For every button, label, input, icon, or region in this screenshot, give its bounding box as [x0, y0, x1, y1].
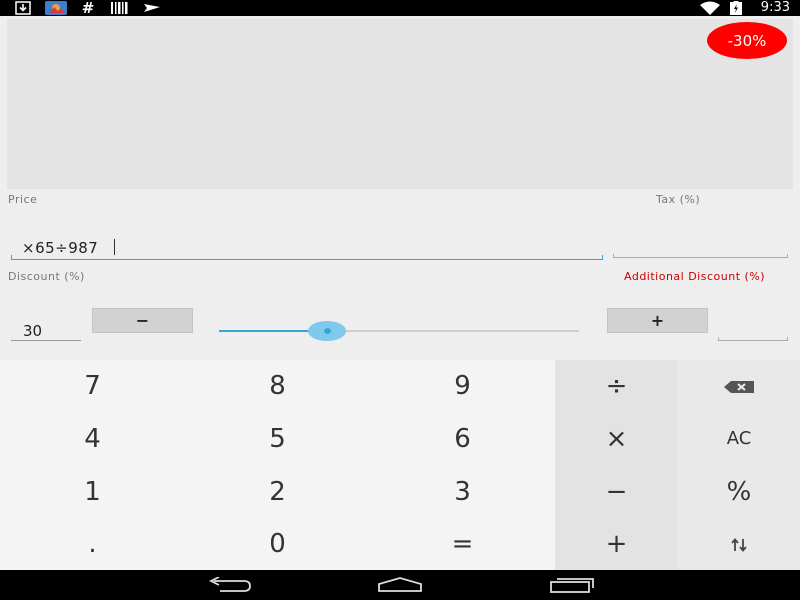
key-minus[interactable]: − — [555, 465, 678, 518]
key-all-clear[interactable]: AC — [678, 412, 800, 465]
key-6[interactable]: 6 — [370, 412, 555, 465]
increase-discount-button[interactable]: + — [607, 308, 708, 333]
key-9[interactable]: 9 — [370, 360, 555, 412]
price-input-text: ×65÷987 — [22, 239, 99, 257]
discount-input[interactable]: 30 — [11, 320, 81, 341]
photo-icon — [44, 1, 68, 15]
tax-input[interactable] — [613, 237, 788, 258]
send-icon — [142, 1, 162, 15]
back-icon[interactable] — [205, 575, 253, 595]
wifi-icon — [698, 1, 722, 15]
key-1[interactable]: 1 — [0, 465, 185, 518]
barcode-icon — [110, 1, 130, 15]
key-swap[interactable] — [678, 518, 800, 570]
navigation-bar — [0, 570, 800, 600]
key-percent[interactable]: % — [678, 465, 800, 518]
key-5[interactable]: 5 — [185, 412, 370, 465]
keypad: 7 8 9 ÷ 4 5 6 × AC 1 2 3 − % . 0 = + — [0, 360, 800, 570]
key-decimal[interactable]: . — [0, 518, 185, 570]
download-icon — [14, 1, 32, 15]
swap-arrows-icon — [730, 529, 748, 559]
additional-discount-input[interactable] — [718, 320, 788, 341]
decrease-discount-button[interactable]: − — [92, 308, 193, 333]
additional-discount-label: Additional Discount (%) — [624, 270, 766, 283]
backspace-icon — [723, 371, 755, 401]
key-divide[interactable]: ÷ — [555, 360, 678, 412]
key-plus[interactable]: + — [555, 518, 678, 570]
status-bar: # 9:33 — [0, 0, 800, 17]
key-4[interactable]: 4 — [0, 412, 185, 465]
key-multiply[interactable]: × — [555, 412, 678, 465]
key-0[interactable]: 0 — [185, 518, 370, 570]
price-input[interactable]: ×65÷987 — [11, 237, 603, 260]
key-3[interactable]: 3 — [370, 465, 555, 518]
discount-input-text: 30 — [23, 322, 43, 340]
key-equals[interactable]: = — [370, 518, 555, 570]
tax-label: Tax (%) — [656, 193, 701, 206]
key-backspace[interactable] — [678, 360, 800, 412]
price-label: Price — [8, 193, 38, 206]
discount-label: Discount (%) — [8, 270, 85, 283]
clock: 9:33 — [760, 0, 790, 15]
key-8[interactable]: 8 — [185, 360, 370, 412]
key-7[interactable]: 7 — [0, 360, 185, 412]
battery-charging-icon — [729, 1, 743, 15]
hash-icon: # — [81, 0, 95, 17]
text-cursor — [114, 239, 115, 255]
slider-thumb[interactable] — [323, 328, 331, 334]
discount-badge: -30% — [707, 22, 787, 59]
result-display — [7, 19, 793, 189]
key-2[interactable]: 2 — [185, 465, 370, 518]
discount-slider[interactable] — [219, 330, 579, 332]
home-icon[interactable] — [376, 575, 424, 595]
recents-icon[interactable] — [548, 575, 596, 595]
